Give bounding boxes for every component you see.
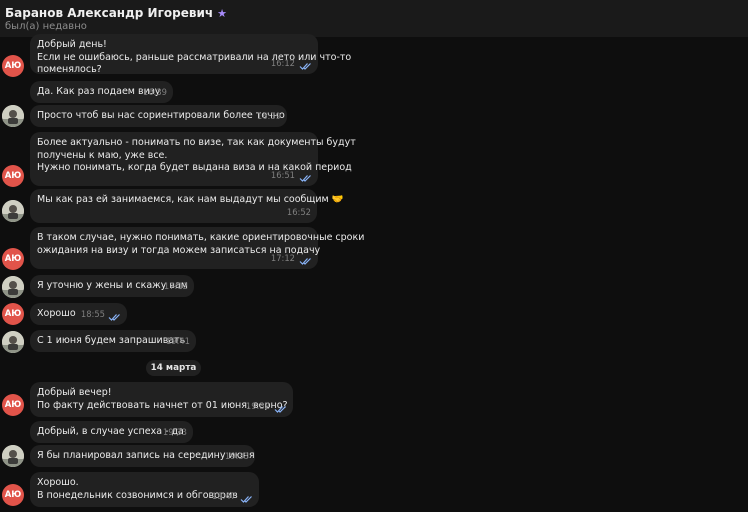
message-list[interactable]: АЮ Добрый день! Если не ошибаюсь, раньше … — [0, 34, 748, 512]
avatar[interactable] — [2, 276, 24, 298]
message-time: 19:33 — [162, 427, 187, 438]
message-time: 16:51 — [270, 170, 295, 181]
avatar[interactable]: АЮ — [2, 165, 24, 187]
message-time: 16:39 — [142, 87, 167, 98]
message-time: 17:12 — [163, 281, 188, 292]
message-time: 16:12 — [270, 58, 295, 69]
message-time: 16:52 — [286, 207, 311, 218]
avatar[interactable]: АЮ — [2, 303, 24, 325]
read-checkmarks-icon — [274, 406, 286, 413]
avatar[interactable] — [2, 105, 24, 127]
chat-header[interactable]: Баранов Александр Игоревич ★ был(а) недав… — [0, 0, 748, 37]
message-bubble[interactable]: С 1 июня будем запрашивать 19:41 — [30, 330, 196, 352]
message-time: 19:32 — [245, 401, 270, 412]
message-bubble[interactable]: Просто чтоб вы нас сориентировали более … — [30, 105, 287, 127]
message-text: Просто чтоб вы нас сориентировали более … — [37, 110, 285, 121]
message-text: Я бы планировал запись на середину июня — [37, 450, 255, 461]
message-bubble[interactable]: В таком случае, нужно понимать, какие ор… — [30, 227, 364, 269]
message-bubble[interactable]: Я уточню у жены и скажу вам 17:12 — [30, 275, 194, 297]
date-separator: 14 марта — [146, 360, 201, 376]
message-text: С 1 июня будем запрашивать — [37, 335, 186, 346]
message-bubble[interactable]: Добрый, в случае успеха - да 19:33 — [30, 421, 193, 443]
message-bubble[interactable]: Добрый день! Если не ошибаюсь, раньше рас… — [30, 34, 351, 75]
avatar[interactable] — [2, 331, 24, 353]
message-bubble[interactable]: Мы как раз ей занимаемся, как нам выдаду… — [30, 189, 344, 223]
contact-status: был(а) недавно — [5, 21, 87, 32]
message-bubble[interactable]: Хорошо 18:55 — [30, 303, 127, 325]
message-text: Хорошо — [37, 308, 76, 319]
message-time: 19:33 — [224, 451, 249, 462]
avatar[interactable]: АЮ — [2, 248, 24, 270]
avatar[interactable]: АЮ — [2, 484, 24, 506]
avatar[interactable] — [2, 445, 24, 467]
message-time: 18:55 — [80, 309, 105, 320]
message-time: 19:47 — [211, 491, 236, 502]
message-bubble[interactable]: Я бы планировал запись на середину июня … — [30, 445, 255, 467]
message-text: Добрый день! Если не ошибаюсь, раньше рас… — [37, 39, 352, 76]
message-time: 19:41 — [165, 336, 190, 347]
message-text: Более актуально - понимать по визе, так … — [37, 137, 356, 174]
message-text: Мы как раз ей занимаемся, как нам выдаду… — [37, 194, 344, 205]
message-text: Хорошо. В понедельник созвонимся и обгово… — [37, 477, 238, 501]
read-checkmarks-icon — [299, 175, 311, 182]
read-checkmarks-icon — [299, 258, 311, 265]
message-bubble[interactable]: Более актуально - понимать по визе, так … — [30, 132, 356, 186]
message-text: В таком случае, нужно понимать, какие ор… — [37, 232, 365, 256]
avatar[interactable] — [2, 200, 24, 222]
message-time: 16:39 — [256, 111, 281, 122]
message-bubble[interactable]: Хорошо. В понедельник созвонимся и обгово… — [30, 472, 259, 507]
message-time: 17:12 — [270, 253, 295, 264]
contact-name-text: Баранов Александр Игоревич — [5, 6, 214, 20]
avatar[interactable]: АЮ — [2, 394, 24, 416]
contact-name[interactable]: Баранов Александр Игоревич ★ — [5, 6, 227, 20]
premium-star-icon: ★ — [217, 7, 227, 20]
message-text: Добрый, в случае успеха - да — [37, 426, 184, 437]
message-bubble[interactable]: Да. Как раз подаем визу 16:39 — [30, 81, 173, 103]
avatar[interactable]: АЮ — [2, 55, 24, 77]
message-bubble[interactable]: Добрый вечер! По факту действовать начнет… — [30, 382, 293, 417]
read-checkmarks-icon — [299, 63, 311, 70]
read-checkmarks-icon — [108, 314, 120, 321]
read-checkmarks-icon — [240, 496, 252, 503]
